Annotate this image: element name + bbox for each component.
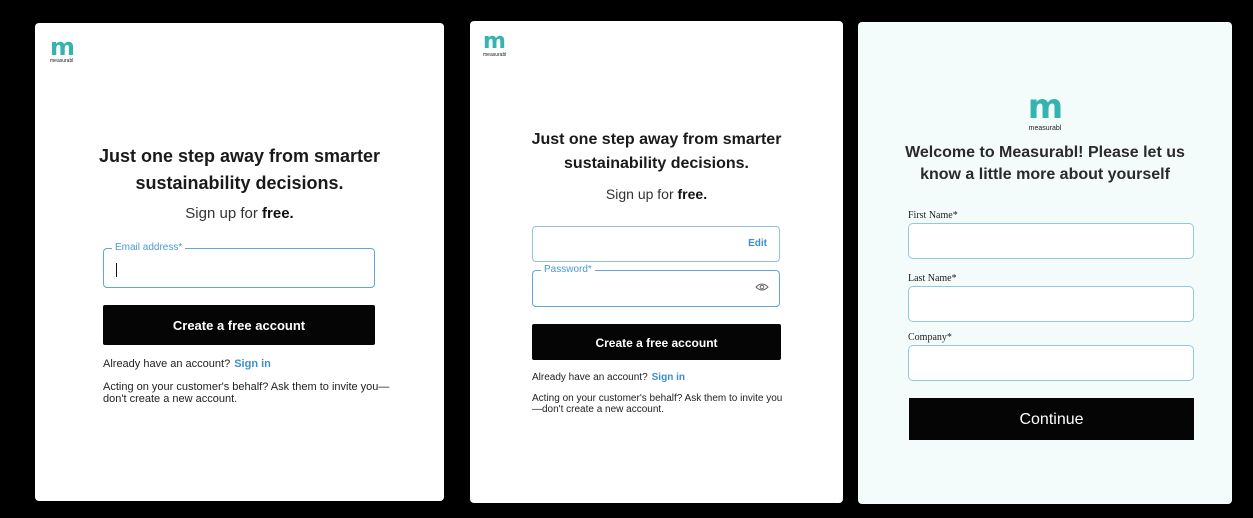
first-name-label: First Name* [908, 210, 958, 221]
subtitle-free: free. [262, 205, 294, 222]
logo-wordmark: measurabl [483, 52, 507, 58]
heading-line-1: Just one step away from smarter [531, 131, 782, 148]
signup-email-panel: m measurabl Just one step away from smar… [35, 23, 444, 501]
edit-email-link[interactable]: Edit [748, 238, 767, 249]
email-field-label: Email address* [112, 241, 186, 255]
signup-password-panel: m measurabl Just one step away from smar… [470, 21, 843, 503]
behalf-notice: Acting on your customer's behalf? Ask th… [532, 393, 783, 415]
subtitle-prefix: Sign up for [185, 205, 263, 222]
last-name-label: Last Name* [908, 273, 957, 284]
sign-in-link[interactable]: Sign in [234, 358, 271, 370]
already-have-account: Already have an account? Sign in [103, 358, 271, 370]
heading-line-1: Just one step away from smarter [98, 146, 381, 166]
first-name-input[interactable] [919, 232, 1183, 252]
company-input[interactable] [919, 354, 1183, 374]
heading-line-1: Welcome to Measurabl! Please let us [905, 144, 1185, 161]
heading-line-2: know a little more about yourself [920, 165, 1170, 183]
measurabl-logo: m measurabl [858, 90, 1232, 132]
already-have-account: Already have an account? Sign in [532, 372, 685, 383]
first-name-field[interactable] [908, 223, 1194, 259]
signup-subtitle: Sign up for free. [470, 186, 843, 202]
measurabl-logo: m measurabl [50, 33, 75, 64]
logo-wordmark: measurabl [1028, 125, 1062, 132]
already-text: Already have an account? [532, 372, 648, 383]
sign-in-link[interactable]: Sign in [652, 372, 685, 383]
logo-mark: m [1027, 87, 1063, 127]
email-field[interactable]: Edit [532, 226, 780, 262]
continue-button[interactable]: Continue [909, 398, 1194, 440]
subtitle-prefix: Sign up for [605, 186, 678, 202]
signup-subtitle: Sign up for free. [35, 205, 444, 222]
logo-wordmark: measurabl [50, 58, 74, 64]
eye-icon[interactable] [755, 282, 769, 292]
create-account-button[interactable]: Create a free account [532, 324, 781, 360]
measurabl-logo: m measurabl [483, 31, 506, 58]
password-field[interactable]: Password* [532, 263, 780, 307]
welcome-heading: Welcome to Measurabl! Please let us know… [858, 142, 1232, 185]
password-field-label: Password* [541, 263, 595, 277]
last-name-input[interactable] [919, 295, 1183, 315]
logo-mark: m [50, 33, 75, 61]
heading-line-2: sustainability decisions. [135, 173, 344, 193]
already-text: Already have an account? [103, 358, 231, 370]
email-input[interactable] [114, 257, 364, 281]
email-field[interactable]: Email address* [103, 241, 375, 288]
email-input[interactable] [543, 235, 769, 255]
company-field[interactable] [908, 345, 1194, 381]
page-heading: Just one step away from smarter sustaina… [470, 128, 843, 176]
subtitle-free: free. [677, 186, 708, 202]
behalf-notice: Acting on your customer's behalf? Ask th… [103, 381, 390, 406]
company-label: Company* [908, 332, 952, 343]
password-input[interactable] [543, 279, 769, 300]
page-heading: Just one step away from smarter sustaina… [35, 143, 444, 197]
logo-mark: m [483, 29, 506, 54]
heading-line-2: sustainability decisions. [564, 155, 749, 172]
profile-details-panel: m measurabl Welcome to Measurabl! Please… [858, 22, 1232, 504]
create-account-button[interactable]: Create a free account [103, 305, 375, 345]
last-name-field[interactable] [908, 286, 1194, 322]
